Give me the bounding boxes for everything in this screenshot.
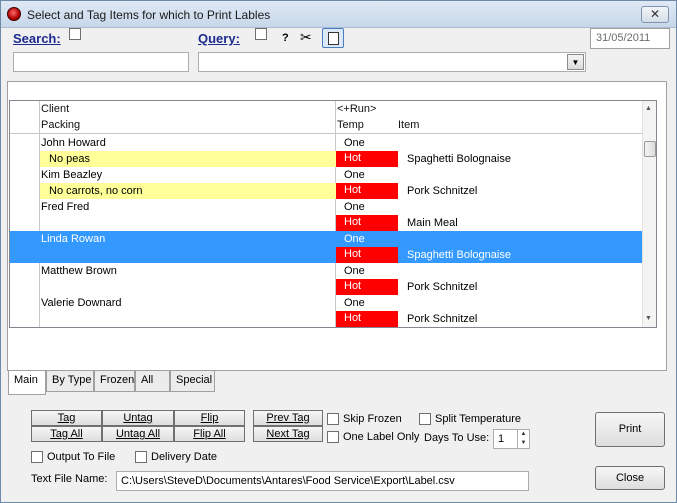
run-cell: One — [344, 297, 365, 309]
item-cell: Spaghetti Bolognaise — [407, 153, 511, 165]
table-row[interactable]: Kim Beazley One No carrots, no corn Hot … — [10, 167, 642, 199]
scissors-icon[interactable]: ✂ — [300, 29, 312, 46]
client-cell: Fred Fred — [41, 201, 90, 213]
header-item[interactable]: Item — [398, 119, 419, 131]
skip-frozen-checkbox[interactable] — [327, 413, 339, 425]
client-cell: Kim Beazley — [41, 169, 103, 181]
days-to-use-label: Days To Use: — [424, 432, 490, 444]
table-row[interactable]: Fred Fred One Hot Main Meal — [10, 199, 642, 231]
split-temperature-label: Split Temperature — [435, 413, 522, 425]
scroll-down-icon[interactable]: ▼ — [645, 315, 652, 322]
item-cell: Pork Schnitzel — [407, 185, 478, 197]
temp-cell: Hot — [336, 151, 398, 167]
prev-tag-button[interactable]: Prev Tag — [253, 410, 323, 426]
scroll-thumb[interactable] — [644, 141, 656, 157]
days-to-use-value: 1 — [498, 433, 505, 445]
table-row-selected[interactable]: Linda Rowan One Hot Spaghetti Bolognaise — [10, 231, 642, 263]
scroll-up-icon[interactable]: ▲ — [645, 105, 652, 112]
query-label: Query: — [198, 31, 240, 46]
tag-button[interactable]: Tag — [31, 410, 102, 426]
table-row[interactable]: John Howard One No peas Hot Spaghetti Bo… — [10, 135, 642, 167]
query-select[interactable]: ▼ — [198, 52, 586, 72]
skip-frozen-label: Skip Frozen — [343, 413, 402, 425]
close-button[interactable]: Close — [595, 466, 665, 490]
tab-frozen[interactable]: Frozen — [94, 370, 135, 392]
window-title: Select and Tag Items for which to Print … — [27, 8, 271, 22]
tab-main[interactable]: Main — [8, 371, 46, 395]
temp-cell: Hot — [336, 215, 398, 231]
one-label-only-label: One Label Only — [343, 431, 420, 443]
items-grid[interactable]: Client <+Run> Packing Temp Item John How… — [9, 100, 657, 328]
client-cell: Matthew Brown — [41, 265, 117, 277]
temp-cell: Hot — [336, 247, 398, 263]
item-cell: Pork Schnitzel — [407, 313, 478, 325]
packing-cell: No carrots, no corn — [49, 185, 143, 197]
flip-all-button[interactable]: Flip All — [174, 426, 245, 442]
untag-all-button[interactable]: Untag All — [102, 426, 174, 442]
one-label-only-checkbox[interactable] — [327, 431, 339, 443]
header-packing[interactable]: Packing — [41, 119, 80, 131]
app-icon — [7, 7, 21, 21]
table-row[interactable]: Valerie Downard One Hot Pork Schnitzel — [10, 295, 642, 327]
client-cell: Valerie Downard — [41, 297, 122, 309]
item-cell: Pork Schnitzel — [407, 281, 478, 293]
item-cell: Main Meal — [407, 217, 458, 229]
untag-button[interactable]: Untag — [102, 410, 174, 426]
print-labels-window: Select and Tag Items for which to Print … — [0, 0, 677, 503]
temp-cell: Hot — [336, 311, 398, 327]
tab-special[interactable]: Special — [170, 370, 215, 392]
search-label: Search: — [13, 31, 61, 46]
output-to-file-label: Output To File — [47, 451, 116, 463]
output-to-file-checkbox[interactable] — [31, 451, 43, 463]
close-window-button[interactable]: ✕ — [641, 6, 669, 23]
date-field[interactable]: 31/05/2011 — [590, 28, 670, 49]
delivery-date-label: Delivery Date — [151, 451, 218, 463]
packing-cell: No peas — [49, 153, 90, 165]
table-row[interactable]: Matthew Brown One Hot Pork Schnitzel — [10, 263, 642, 295]
temp-cell: Hot — [336, 183, 398, 199]
grid-header-divider — [10, 133, 642, 134]
query-checkbox[interactable] — [255, 28, 267, 40]
run-cell: One — [344, 233, 365, 245]
days-to-use-stepper[interactable]: 1 ▲ ▼ — [493, 429, 530, 449]
item-cell: Spaghetti Bolognaise — [407, 249, 511, 261]
run-cell: One — [344, 137, 365, 149]
run-cell: One — [344, 265, 365, 277]
tab-by-type[interactable]: By Type — [46, 370, 94, 392]
tab-all[interactable]: All — [135, 370, 170, 392]
next-tag-button[interactable]: Next Tag — [253, 426, 323, 442]
header-temp[interactable]: Temp — [337, 119, 364, 131]
search-checkbox[interactable] — [69, 28, 81, 40]
temp-cell: Hot — [336, 279, 398, 295]
text-file-name-input[interactable]: C:\Users\SteveD\Documents\Antares\Food S… — [116, 471, 529, 491]
chevron-down-icon[interactable]: ▼ — [567, 54, 584, 70]
text-file-name-label: Text File Name: — [31, 473, 108, 485]
client-cell: Linda Rowan — [41, 233, 106, 245]
split-temperature-checkbox[interactable] — [419, 413, 431, 425]
title-bar: Select and Tag Items for which to Print … — [1, 1, 676, 28]
print-button[interactable]: Print — [595, 412, 665, 447]
help-icon[interactable]: ? — [282, 32, 289, 44]
flip-button[interactable]: Flip — [174, 410, 245, 426]
client-cell: John Howard — [41, 137, 106, 149]
run-cell: One — [344, 201, 365, 213]
search-input[interactable] — [13, 52, 189, 72]
tag-document-icon[interactable] — [322, 28, 344, 48]
delivery-date-checkbox[interactable] — [135, 451, 147, 463]
run-cell: One — [344, 169, 365, 181]
header-run[interactable]: <+Run> — [337, 103, 376, 115]
stepper-arrows-icon[interactable]: ▲ ▼ — [517, 430, 529, 448]
grid-scrollbar[interactable]: ▲ ▼ — [642, 101, 656, 327]
tag-all-button[interactable]: Tag All — [31, 426, 102, 442]
header-client[interactable]: Client — [41, 103, 69, 115]
